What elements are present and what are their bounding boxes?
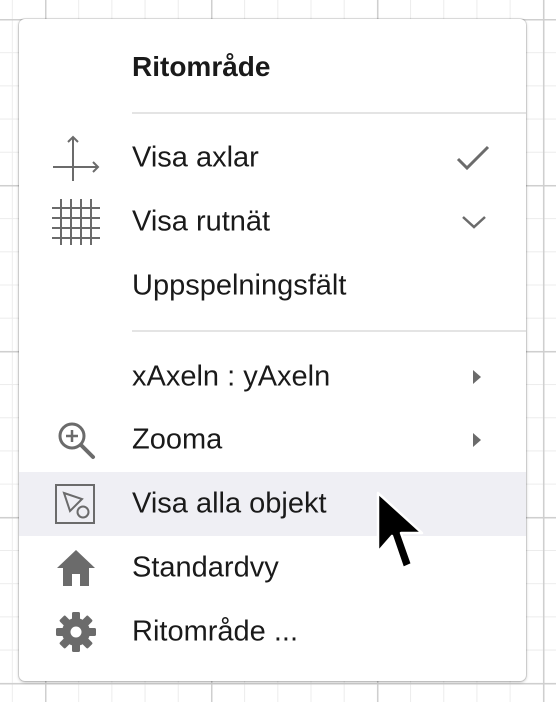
gear-icon xyxy=(56,612,96,652)
axes-icon xyxy=(53,135,100,181)
menu-item-label: Uppspelningsfält xyxy=(132,269,347,302)
menu-separator xyxy=(132,330,526,332)
menu-item-graphics-settings[interactable]: Ritområde ... xyxy=(19,600,526,664)
submenu-arrow-icon xyxy=(473,433,481,447)
menu-item-label: Visa axlar xyxy=(132,141,259,174)
submenu-arrow-icon xyxy=(473,370,481,384)
checkmark-icon xyxy=(456,145,490,171)
menu-item-label: Visa rutnät xyxy=(132,205,271,238)
zoom-in-icon xyxy=(58,422,95,459)
menu-item-label: Visa alla objekt xyxy=(132,487,327,520)
menu-item-standard-view[interactable]: Standardvy xyxy=(19,536,526,600)
menu-item-show-axes[interactable]: Visa axlar xyxy=(19,126,526,190)
menu-item-label: Standardvy xyxy=(132,551,279,584)
menu-item-label: Ritområde ... xyxy=(132,615,298,648)
home-icon xyxy=(57,550,95,586)
menu-item-show-all-objects[interactable]: Visa alla objekt xyxy=(19,472,526,536)
menu-item-show-grid[interactable]: Visa rutnät xyxy=(19,190,526,254)
menu-title: Ritområde xyxy=(132,51,271,82)
chevron-down-icon xyxy=(462,216,486,229)
mouse-cursor-icon xyxy=(376,491,424,570)
menu-item-label: Zooma xyxy=(132,423,223,456)
menu-item-label: xAxeln : yAxeln xyxy=(132,360,331,393)
menu-item-playback-field[interactable]: Uppspelningsfält xyxy=(19,254,526,318)
graphics-context-menu: Ritområde Visa axlar Visa rutnät Uppspel… xyxy=(19,19,526,681)
menu-separator xyxy=(132,112,526,114)
show-all-objects-icon xyxy=(55,484,95,524)
menu-item-axis-ratio[interactable]: xAxeln : yAxeln xyxy=(19,345,526,409)
grid-icon xyxy=(52,199,100,245)
menu-item-zoom[interactable]: Zooma xyxy=(19,408,526,472)
